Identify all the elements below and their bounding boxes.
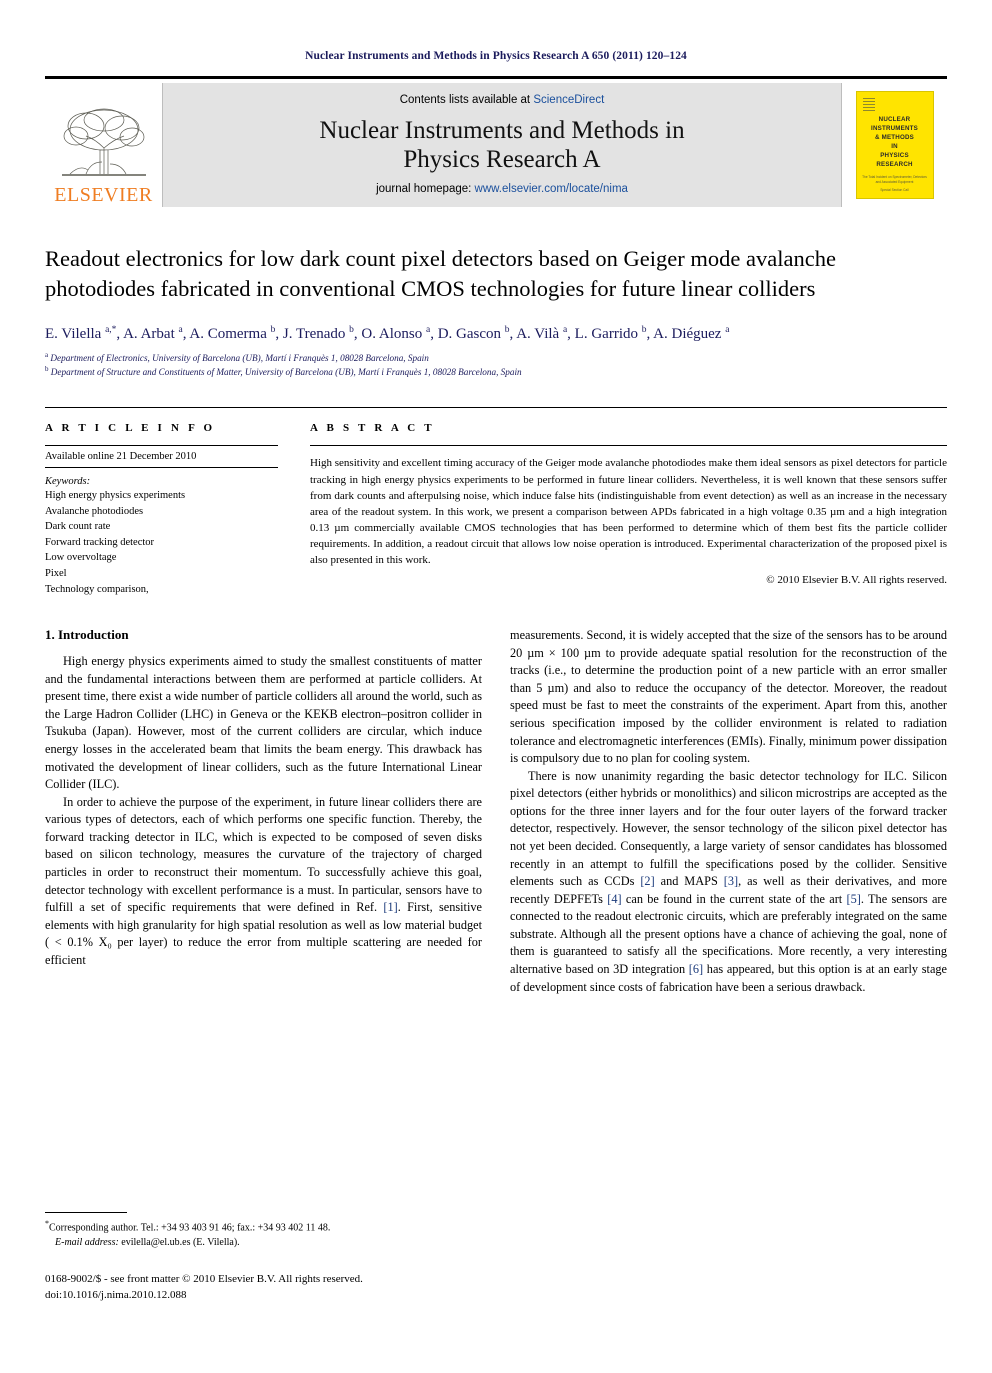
keyword-item: High energy physics experiments [45, 490, 186, 502]
email-address-value[interactable]: evilella@el.ub.es (E. Vilella). [121, 1237, 239, 1248]
elsevier-tree-icon [56, 104, 152, 184]
footnote-corresponding-text: Corresponding author. Tel.: +34 93 403 9… [49, 1222, 331, 1234]
footnote-email-line: E-mail address: evilella@el.ub.es (E. Vi… [45, 1236, 475, 1251]
author-list: E. Vilella a,*, A. Arbat a, A. Comerma b… [45, 324, 730, 342]
cover-image: NUCLEAR INSTRUMENTS & METHODS IN PHYSICS… [855, 91, 934, 199]
body-columns: 1. Introduction High energy physics expe… [45, 627, 947, 996]
cover-title-line-1: NUCLEAR [878, 116, 911, 123]
cover-title-text: NUCLEAR INSTRUMENTS & METHODS IN PHYSICS… [861, 116, 929, 170]
journal-homepage-line: journal homepage: www.elsevier.com/locat… [376, 183, 628, 195]
abstract-heading: A B S T R A C T [310, 422, 435, 435]
affiliation-text-b: Department of Structure and Constituents… [50, 367, 522, 378]
contents-prefix: Contents lists available at [399, 93, 534, 106]
affiliation-b: b Department of Structure and Constituen… [45, 365, 947, 379]
title-block: Readout electronics for low dark count p… [45, 244, 947, 379]
affiliation-marker-a: a [45, 351, 49, 360]
paragraph: High energy physics experiments aimed to… [45, 654, 482, 792]
abstract-rule [310, 445, 947, 447]
citation-ref-6[interactable]: [6] [689, 962, 703, 976]
homepage-url-link[interactable]: www.elsevier.com/locate/nima [475, 183, 628, 195]
keyword-item: Dark count rate [45, 521, 111, 533]
cover-title-line-4: IN [891, 142, 898, 150]
running-head: Nuclear Instruments and Methods in Physi… [305, 50, 687, 62]
section-heading-introduction: 1. Introduction [45, 627, 129, 643]
citation-ref-5[interactable]: [5] [847, 892, 861, 906]
paragraph: There is now unanimity regarding the bas… [510, 768, 947, 997]
cover-footer-text: Special Section Call [880, 188, 909, 192]
keywords-label: Keywords: [45, 476, 91, 488]
article-info-heading: A R T I C L E I N F O [45, 422, 216, 435]
abstract-copyright: © 2010 Elsevier B.V. All rights reserved… [766, 574, 947, 587]
keyword-item: Avalanche photodiodes [45, 505, 144, 517]
body-column-left: 1. Introduction High energy physics expe… [45, 627, 482, 996]
page-title: Readout electronics for low dark count p… [45, 246, 836, 301]
affiliation-marker-b: b [45, 365, 49, 374]
paragraph: In order to achieve the purpose of the e… [45, 794, 482, 970]
doi-line[interactable]: doi:10.1016/j.nima.2010.12.088 [45, 1288, 475, 1304]
citation-ref-4[interactable]: [4] [607, 892, 621, 906]
footer-block: 0168-9002/$ - see front matter © 2010 El… [45, 1272, 475, 1304]
cover-subtitle: The Total Incident on Spectrometer, Dete… [862, 174, 927, 184]
keyword-item: Technology comparison, [45, 583, 149, 595]
sciencedirect-link[interactable]: ScienceDirect [533, 94, 604, 106]
abstract-text: High sensitivity and excellent timing ac… [310, 457, 947, 567]
paragraph-part: and MAPS [654, 874, 724, 889]
citation-ref-1[interactable]: [1] [383, 900, 397, 914]
keyword-item: Forward tracking detector [45, 536, 155, 548]
keyword-item: Low overvoltage [45, 552, 117, 564]
paragraph-part: In order to achieve the purpose of the e… [45, 794, 482, 915]
contents-list-line: Contents lists available at ScienceDirec… [400, 94, 605, 106]
cover-title-line-3: & METHODS [875, 133, 914, 141]
article-history: Available online 21 December 2010 [45, 446, 278, 469]
article-info-column: A R T I C L E I N F O Available online 2… [45, 422, 278, 597]
homepage-label: journal homepage: [376, 182, 475, 195]
cover-elsevier-icon [862, 98, 875, 112]
paragraph: measurements. Second, it is widely accep… [510, 628, 947, 766]
abstract-column: A B S T R A C T High sensitivity and exc… [310, 422, 947, 597]
affiliation-list: a Department of Electronics, University … [45, 351, 947, 379]
cover-title-line-5: PHYSICS [880, 151, 909, 159]
journal-masthead: ELSEVIER Contents lists available at Sci… [45, 76, 947, 207]
cover-title-line-6: RESEARCH [876, 160, 913, 168]
paragraph-part: There is now unanimity regarding the bas… [510, 768, 947, 889]
elsevier-logo: ELSEVIER [45, 83, 163, 207]
affiliation-text-a: Department of Electronics, University of… [50, 353, 429, 364]
cover-title-line-2: INSTRUMENTS [871, 124, 918, 132]
footnote-rule [45, 1212, 127, 1213]
footnote-corresponding-author: *Corresponding author. Tel.: +34 93 403 … [45, 1218, 475, 1236]
journal-title-line-1: Nuclear Instruments and Methods in [319, 116, 685, 144]
body-column-right: measurements. Second, it is widely accep… [510, 627, 947, 996]
affiliation-a: a Department of Electronics, University … [45, 351, 947, 365]
paragraph-part: can be found in the current state of the… [621, 891, 847, 906]
issn-line: 0168-9002/$ - see front matter © 2010 El… [45, 1273, 363, 1285]
paper-page: Nuclear Instruments and Methods in Physi… [0, 50, 992, 1373]
citation-ref-3[interactable]: [3] [724, 874, 738, 888]
email-address-label: E-mail address: [55, 1236, 119, 1248]
journal-cover-thumbnail: NUCLEAR INSTRUMENTS & METHODS IN PHYSICS… [841, 83, 947, 207]
citation-ref-2[interactable]: [2] [640, 874, 654, 888]
footnote-area: *Corresponding author. Tel.: +34 93 403 … [45, 1212, 475, 1250]
keyword-item: Pixel [45, 568, 67, 579]
journal-title: Nuclear Instruments and Methods in Physi… [319, 116, 684, 175]
elsevier-wordmark: ELSEVIER [54, 184, 153, 206]
info-abstract-row: A R T I C L E I N F O Available online 2… [45, 407, 947, 597]
journal-band: Contents lists available at ScienceDirec… [163, 83, 841, 207]
journal-title-line-2: Physics Research A [403, 146, 601, 173]
